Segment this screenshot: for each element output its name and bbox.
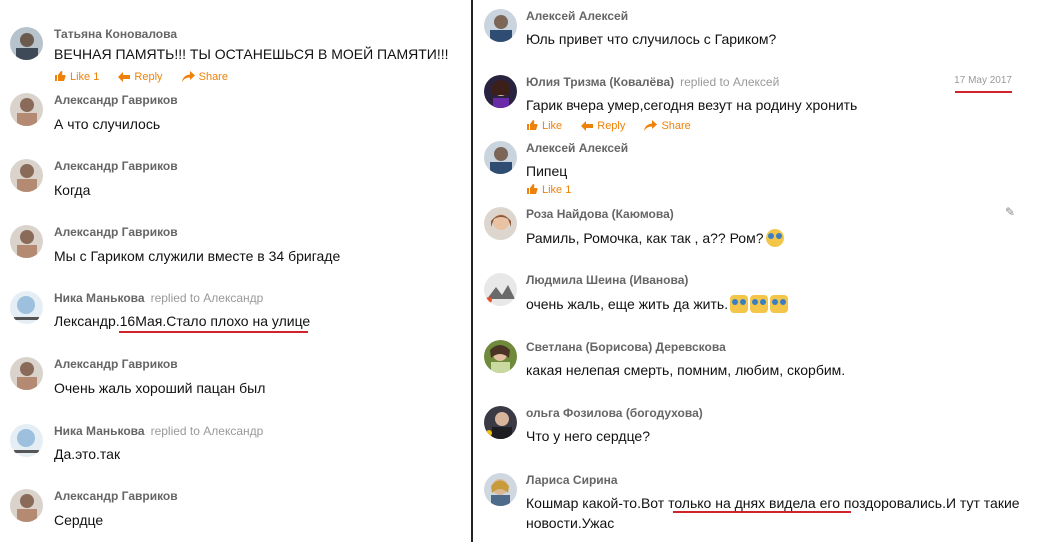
comment-author[interactable]: Ника Манькова replied to Александр: [54, 291, 263, 305]
share-label: Share: [198, 71, 228, 83]
comment-author[interactable]: Алексей Алексей: [526, 141, 628, 155]
comment-author[interactable]: Александр Гавриков: [54, 93, 178, 107]
avatar[interactable]: [484, 141, 517, 174]
avatar[interactable]: [484, 406, 517, 439]
avatar[interactable]: [10, 225, 43, 258]
like-icon: [527, 120, 538, 130]
crying-emoji-icon: [770, 295, 789, 313]
like-icon: [55, 71, 66, 81]
crying-emoji-icon: [750, 295, 769, 313]
avatar[interactable]: [10, 93, 43, 126]
comment-date: 17 May 2017: [954, 75, 1012, 86]
comment-author[interactable]: Юлия Тризма (Ковалёва) replied to Алексей: [526, 75, 779, 89]
comment-text: Юль привет что случилось с Гариком?: [526, 31, 777, 47]
share-button[interactable]: Share: [181, 71, 228, 83]
avatar[interactable]: [484, 473, 517, 506]
comment-text: Рамиль, Ромочка, как так , а?? Ром?: [526, 229, 784, 247]
comment-author[interactable]: Александр Гавриков: [54, 489, 178, 503]
replied-to[interactable]: replied to Александр: [151, 291, 264, 305]
like-icon: [527, 184, 538, 194]
red-underline: [955, 91, 1012, 93]
reply-label: Reply: [134, 71, 163, 83]
comment-text: Сердце: [54, 512, 104, 528]
comment-actions: Like Reply Share: [526, 119, 707, 132]
pencil-icon[interactable]: ✎: [1005, 205, 1015, 219]
like-button[interactable]: Like 1: [54, 70, 99, 83]
like-label: Like 1: [542, 184, 572, 196]
comment-text: Мы с Гариком служили вместе в 34 бригаде: [54, 248, 341, 264]
crying-emoji-icon: [730, 295, 749, 313]
avatar[interactable]: [10, 357, 43, 390]
like-label: Like 1: [70, 71, 100, 83]
comment-actions: Like 1 Reply Share: [54, 70, 244, 83]
avatar[interactable]: [484, 75, 517, 108]
like-button[interactable]: Like 1: [526, 183, 571, 196]
reply-label: Reply: [597, 120, 626, 132]
right-comment-column: Алексей Алексей Юль привет что случилось…: [473, 0, 1045, 542]
avatar[interactable]: [10, 291, 43, 324]
reply-button[interactable]: Reply: [118, 71, 163, 83]
reply-button[interactable]: Reply: [581, 120, 625, 132]
avatar[interactable]: [484, 340, 517, 373]
comment-author[interactable]: ольга Фозилова (богодухова): [526, 406, 703, 420]
comment-text: какая нелепая смерть, помним, любим, ско…: [526, 362, 846, 378]
comment-author[interactable]: Александр Гавриков: [54, 357, 178, 371]
comment-author[interactable]: Ника Манькова replied to Александр: [54, 424, 263, 438]
red-underline: [119, 331, 308, 333]
share-icon: [644, 120, 658, 131]
comment-text: Кошмар какой-то.Вот только на днях видел…: [526, 495, 1020, 531]
comment-text: Да.это.так: [54, 446, 121, 462]
avatar[interactable]: [484, 9, 517, 42]
comment-text: Пипец: [526, 163, 568, 179]
comment-author[interactable]: Светлана (Борисова) Деревскова: [526, 340, 726, 354]
crying-emoji-icon: [765, 229, 784, 247]
avatar[interactable]: [484, 207, 517, 240]
comment-author[interactable]: Роза Найдова (Каюмова): [526, 207, 674, 221]
comment-text: ВЕЧНАЯ ПАМЯТЬ!!! ТЫ ОСТАНЕШЬСЯ В МОЕЙ ПА…: [54, 46, 449, 62]
reply-icon: [581, 121, 594, 131]
avatar[interactable]: [484, 273, 517, 306]
comment-text: Очень жаль хороший пацан был: [54, 380, 266, 396]
avatar[interactable]: [10, 424, 43, 457]
comment-text: Лександр.16Мая.Стало плохо на улице: [54, 313, 311, 329]
replied-to[interactable]: replied to Алексей: [680, 75, 779, 89]
avatar[interactable]: [10, 489, 43, 522]
comment-author[interactable]: Людмила Шеина (Иванова): [526, 273, 688, 287]
comment-author[interactable]: Александр Гавриков: [54, 225, 178, 239]
reply-icon: [118, 72, 131, 82]
comment-author[interactable]: Татьяна Коновалова: [54, 27, 177, 41]
left-comment-column: Татьяна Коновалова ВЕЧНАЯ ПАМЯТЬ!!! ТЫ О…: [0, 0, 471, 542]
replied-to[interactable]: replied to Александр: [151, 424, 264, 438]
comment-author[interactable]: Александр Гавриков: [54, 159, 178, 173]
red-underline: [673, 511, 851, 513]
share-button[interactable]: Share: [644, 120, 691, 132]
avatar[interactable]: [10, 27, 43, 60]
comment-text: А что случилось: [54, 116, 161, 132]
comment-text: Что у него сердце?: [526, 428, 650, 444]
share-label: Share: [661, 120, 691, 132]
avatar[interactable]: [10, 159, 43, 192]
comment-text: Гарик вчера умер,сегодня везут на родину…: [526, 97, 858, 113]
comment-text: Когда: [54, 182, 91, 198]
comment-actions: Like 1: [526, 183, 587, 196]
comment-author[interactable]: Алексей Алексей: [526, 9, 628, 23]
share-icon: [181, 71, 195, 82]
like-label: Like: [542, 120, 563, 132]
like-button[interactable]: Like: [526, 119, 562, 132]
comment-text: очень жаль, еще жить да жить.: [526, 295, 789, 313]
comment-author[interactable]: Лариса Сирина: [526, 473, 618, 487]
